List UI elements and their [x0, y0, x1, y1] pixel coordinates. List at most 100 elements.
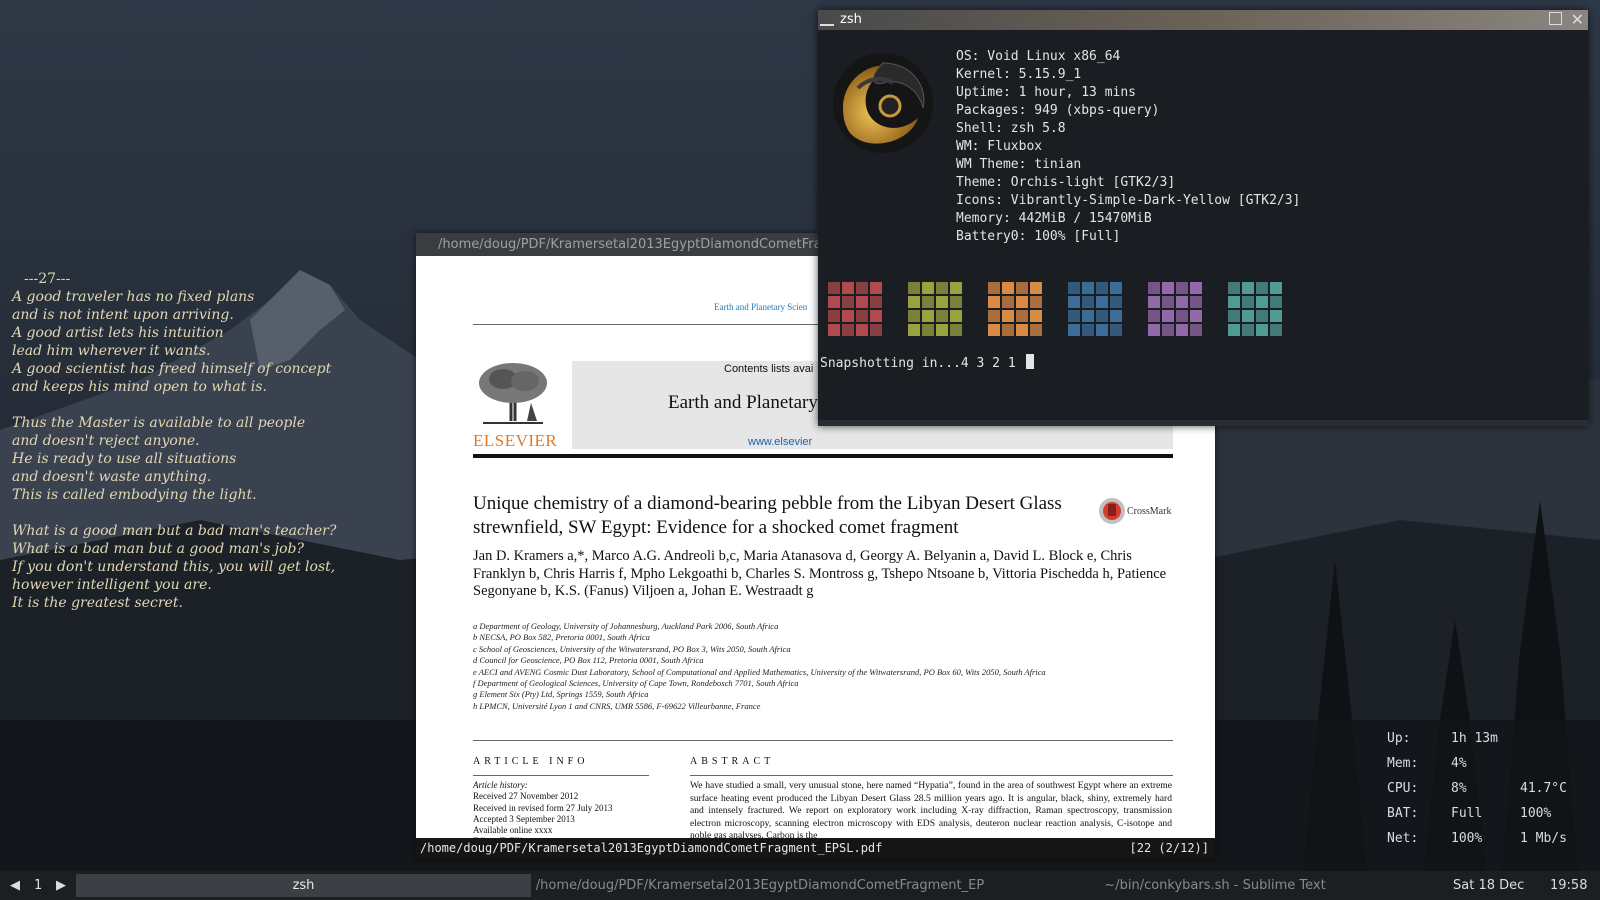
- cursor: [1025, 354, 1034, 369]
- contents-line: Contents lists avai: [724, 363, 814, 375]
- affiliation-line: e AECI and AVENG Cosmic Dust Laboratory,…: [473, 666, 1046, 677]
- terminal-body[interactable]: OS: Void Linux x86_64 Kernel: 5.15.9_1 Upt…: [818, 30, 1588, 426]
- affiliation-line: h LPMCN, Université Lyon 1 and CNRS, UMR…: [473, 700, 761, 711]
- stat-row: BAT: Full 100%: [1387, 806, 1587, 831]
- article-title: Unique chemistry of a diamond-bearing pe…: [473, 493, 1062, 538]
- abstract-rule: [690, 775, 1173, 776]
- neofetch-line: Memory: 442MiB / 15470MiB: [956, 211, 1152, 226]
- snapshot-text: Snapshotting in...4 3 2 1: [820, 356, 1024, 371]
- quote-line: Thus the Master is available to all peop…: [12, 415, 306, 431]
- clock-time: 19:58: [1550, 878, 1588, 893]
- stat-v1: 4%: [1451, 756, 1467, 771]
- palette-swatch: [828, 282, 882, 336]
- quote-line: and doesn't reject anyone.: [12, 433, 200, 449]
- article-info-line: Received 27 November 2012: [473, 791, 579, 802]
- stat-v1: 1h 13m: [1451, 731, 1498, 746]
- conky-quote: ---27--- A good traveler has no fixed pl…: [12, 270, 336, 612]
- terminal-window[interactable]: zsh ✕ OS: Void Linux x86_64 Kernel: 5.15.…: [818, 10, 1588, 426]
- terminal-titlebar[interactable]: zsh ✕: [818, 10, 1588, 30]
- palette-swatch: [1148, 282, 1202, 336]
- affiliation-line: b NECSA, PO Box 582, Pretoria 0001, Sout…: [473, 632, 650, 643]
- conky-stats: Up: 1h 13m Mem: 4% CPU: 8% 41.7°C BAT: Full 100% N…: [1387, 731, 1587, 856]
- clock-date: Sat 18 Dec: [1453, 878, 1525, 893]
- maximize-icon[interactable]: [1549, 12, 1562, 25]
- quote-lines: A good traveler has no fixed plans and is…: [12, 288, 336, 612]
- neofetch-info: OS: Void Linux x86_64 Kernel: 5.15.9_1 Upt…: [956, 48, 1300, 246]
- affiliation-line: d Council for Geoscience, PO Box 112, Pr…: [473, 655, 704, 666]
- affiliation-line: f Department of Geological Sciences, Uni…: [473, 678, 799, 689]
- taskbar: ◀ 1 ▶ zsh /home/doug/PDF/Kramersetal2013…: [0, 871, 1600, 900]
- publisher-name: ELSEVIER: [473, 431, 558, 450]
- affiliation-line: c School of Geosciences, University of t…: [473, 643, 791, 654]
- quote-line: [12, 504, 336, 522]
- quote-line: lead him wherever it wants.: [12, 343, 211, 359]
- stat-v2: 1 Mb/s: [1520, 831, 1567, 846]
- stat-row: Mem: 4%: [1387, 756, 1587, 781]
- article-info-rule: [473, 775, 649, 776]
- quote-line: however intelligent you are.: [12, 577, 212, 593]
- status-pages: [22 (2/12)]: [1129, 841, 1209, 855]
- stat-v1: 100%: [1451, 831, 1483, 846]
- quote-line: [12, 396, 336, 414]
- article-info-line: Available online xxxx: [473, 825, 553, 836]
- neofetch-line: Packages: 949 (xbps-query): [956, 103, 1160, 118]
- quote-line: He is ready to use all situations: [12, 451, 237, 467]
- stat-label: Net:: [1387, 831, 1419, 846]
- neofetch-line: Theme: Orchis-light [GTK2/3]: [956, 175, 1176, 190]
- quote-line: A good artist lets his intuition: [12, 325, 224, 341]
- stat-row: CPU: 8% 41.7°C: [1387, 781, 1587, 806]
- abstract-heading: ABSTRACT: [690, 756, 775, 767]
- authors: Jan D. Kramers a,*, Marco A.G. Andreoli …: [473, 548, 1167, 599]
- affiliations: a Department of Geology, University of J…: [473, 621, 1173, 712]
- workspace-number[interactable]: 1: [34, 871, 42, 900]
- quote-line: This is called embodying the light.: [12, 487, 257, 503]
- elsevier-tree-logo: [473, 361, 553, 425]
- next-workspace-button[interactable]: ▶: [56, 871, 66, 900]
- abstract-text: We have studied a small, very unusual st…: [690, 780, 1172, 838]
- quote-line: If you don't understand this, you will g…: [12, 559, 336, 575]
- quote-line: It is the greatest secret.: [12, 595, 183, 611]
- stat-label: CPU:: [1387, 781, 1419, 796]
- snapshot-line: Snapshotting in...4 3 2 1: [820, 354, 1034, 371]
- stat-label: Up:: [1387, 731, 1411, 746]
- task-zsh[interactable]: zsh: [76, 874, 531, 897]
- quote-line: and keeps his mind open to what is.: [12, 379, 267, 395]
- stat-v1: 8%: [1451, 781, 1467, 796]
- task-sublime[interactable]: ~/bin/conkybars.sh - Sublime Text: [990, 874, 1440, 897]
- article-info-line: Accepted 3 September 2013: [473, 813, 575, 824]
- banner-rule: [473, 454, 1173, 458]
- close-icon[interactable]: ✕: [1571, 10, 1584, 30]
- section-rule: [473, 740, 1173, 741]
- stat-v2: 100%: [1520, 806, 1552, 821]
- palette-swatch: [908, 282, 962, 336]
- journal-url[interactable]: www.elsevier: [748, 436, 812, 448]
- terminal-bottom-border[interactable]: [818, 420, 1588, 426]
- quote-line: and is not intent upon arriving.: [12, 307, 234, 323]
- terminal-title: zsh: [840, 12, 862, 27]
- prev-workspace-button[interactable]: ◀: [10, 871, 20, 900]
- quote-line: What is a good man but a bad man's teach…: [12, 523, 337, 539]
- quote-line: A good traveler has no fixed plans: [12, 289, 255, 305]
- neofetch-line: Icons: Vibrantly-Simple-Dark-Yellow [GTK…: [956, 193, 1301, 208]
- neofetch-line: WM: Fluxbox: [956, 139, 1043, 154]
- status-path: /home/doug/PDF/Kramersetal2013EgyptDiamo…: [420, 841, 883, 855]
- quote-line: What is a bad man but a good man's job?: [12, 541, 304, 557]
- neofetch-line: Battery0: 100% [Full]: [956, 229, 1121, 244]
- task-pdf[interactable]: /home/doug/PDF/Kramersetal2013EgyptDiamo…: [534, 874, 986, 897]
- palette-swatch: [1068, 282, 1122, 336]
- article-info-line: Article history:: [473, 780, 528, 790]
- affiliation-line: a Department of Geology, University of J…: [473, 621, 779, 631]
- article-info-heading: ARTICLE INFO: [473, 756, 589, 767]
- stat-row: Up: 1h 13m: [1387, 731, 1587, 756]
- affiliation-line: g Element Six (Pty) Ltd, Springs 1559, S…: [473, 689, 649, 700]
- stat-v2: 41.7°C: [1520, 781, 1567, 796]
- quote-line: A good scientist has freed himself of co…: [12, 361, 332, 377]
- crossmark-label: CrossMark: [1127, 506, 1172, 517]
- stat-v1: Full: [1451, 806, 1483, 821]
- journal-link[interactable]: Earth and Planetary Scien: [714, 302, 807, 312]
- palette-swatch: [988, 282, 1042, 336]
- minimize-icon[interactable]: [820, 24, 834, 26]
- void-linux-logo: [833, 53, 933, 153]
- neofetch-line: Uptime: 1 hour, 13 mins: [956, 85, 1137, 100]
- stat-label: Mem:: [1387, 756, 1419, 771]
